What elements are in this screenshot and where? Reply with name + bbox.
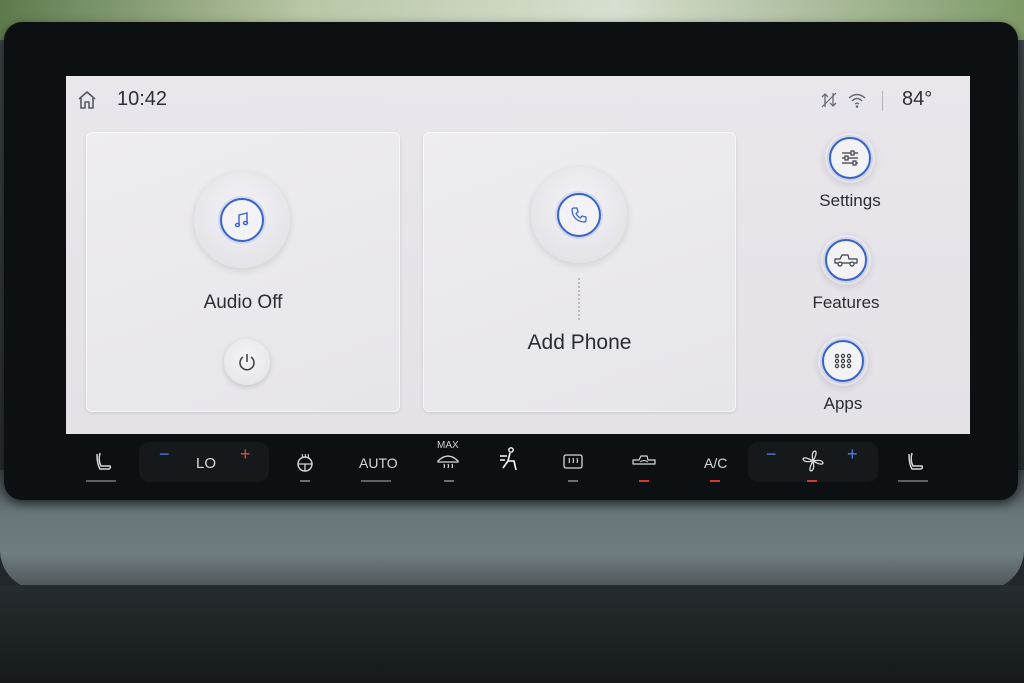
status-bar: 10:42 84° bbox=[66, 76, 970, 124]
truck-icon bbox=[834, 254, 858, 267]
auto-climate-button[interactable]: AUTO bbox=[359, 455, 398, 471]
phone-button[interactable] bbox=[531, 167, 627, 263]
power-icon bbox=[239, 354, 255, 371]
data-transfer-icon bbox=[821, 92, 837, 108]
vehicle-dashboard: 10:42 84° Audio Off Add Phone Settings F… bbox=[0, 0, 1024, 683]
driver-temp-increase[interactable]: + bbox=[240, 444, 251, 465]
heated-wheel-indicator bbox=[300, 480, 310, 482]
air-direction-icon[interactable] bbox=[498, 446, 522, 474]
outside-temperature: 84° bbox=[902, 88, 933, 110]
phone-card[interactable]: Add Phone bbox=[423, 132, 736, 412]
ac-button[interactable]: A/C bbox=[704, 455, 727, 471]
clock: 10:42 bbox=[117, 88, 168, 110]
seat-heat-left-icon[interactable] bbox=[94, 451, 114, 473]
sliders-icon bbox=[842, 150, 858, 166]
max-defrost-label: MAX bbox=[437, 440, 459, 451]
audio-card[interactable]: Audio Off bbox=[86, 132, 400, 412]
music-note-icon bbox=[234, 212, 249, 228]
recirculation-indicator bbox=[639, 480, 649, 482]
audio-status-label: Audio Off bbox=[203, 292, 283, 313]
seat-heat-right-icon[interactable] bbox=[906, 451, 926, 473]
heated-wheel-icon[interactable] bbox=[295, 453, 315, 473]
infotainment-screen: 10:42 84° Audio Off Add Phone Settings F… bbox=[66, 76, 970, 434]
ac-indicator bbox=[710, 480, 720, 482]
fan-icon bbox=[802, 450, 824, 472]
apps-grid-icon bbox=[834, 353, 852, 369]
fan-level-indicator bbox=[807, 480, 817, 482]
dashboard-lower bbox=[0, 585, 1024, 683]
connector-dots bbox=[578, 278, 582, 320]
add-phone-label: Add Phone bbox=[527, 331, 632, 354]
features-button[interactable]: Features bbox=[786, 235, 906, 331]
phone-icon bbox=[571, 207, 587, 223]
fan-decrease[interactable]: − bbox=[766, 444, 777, 465]
max-defrost-indicator bbox=[444, 480, 454, 482]
climate-control-strip: − LO + AUTO MAX A/C − + bbox=[66, 438, 970, 490]
audio-button[interactable] bbox=[194, 172, 290, 268]
features-label: Features bbox=[812, 293, 880, 312]
settings-button[interactable]: Settings bbox=[790, 133, 910, 229]
driver-temp-value: LO bbox=[196, 455, 217, 472]
apps-button[interactable]: Apps bbox=[783, 336, 903, 432]
max-defrost-icon[interactable] bbox=[436, 453, 460, 471]
seat-heat-left-level bbox=[86, 480, 116, 482]
auto-indicator bbox=[361, 480, 391, 482]
settings-label: Settings bbox=[819, 191, 881, 210]
audio-power-button[interactable] bbox=[224, 339, 270, 385]
rear-defrost-icon[interactable] bbox=[562, 453, 584, 471]
fan-increase[interactable]: + bbox=[847, 444, 858, 465]
apps-label: Apps bbox=[823, 394, 863, 413]
driver-temp-decrease[interactable]: − bbox=[159, 444, 170, 465]
status-divider bbox=[882, 91, 883, 111]
rear-defrost-indicator bbox=[568, 480, 578, 482]
recirculation-icon[interactable] bbox=[631, 454, 657, 468]
seat-heat-right-level bbox=[898, 480, 928, 482]
home-icon[interactable] bbox=[76, 90, 98, 110]
wifi-icon bbox=[848, 93, 866, 108]
